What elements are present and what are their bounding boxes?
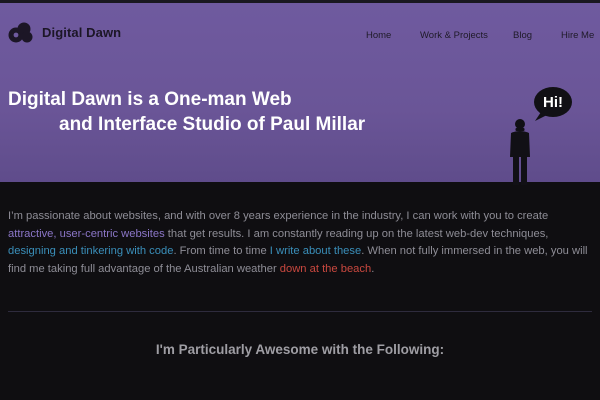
link-write-about-these[interactable]: I write about these	[270, 245, 361, 257]
intro-text: .	[371, 262, 375, 275]
main-nav: Home Work & Projects Blog Hire Me	[0, 30, 600, 44]
intro-text: I’m passionate about websites, and with …	[8, 210, 549, 222]
hero-headline: Digital Dawn is a One-man Web and Interf…	[8, 87, 365, 137]
skills-section-title: I'm Particularly Awesome with the Follow…	[155, 342, 445, 357]
nav-home[interactable]: Home	[366, 30, 391, 41]
section-divider	[8, 311, 592, 312]
headline-line-1: Digital Dawn is a One-man Web	[8, 89, 292, 110]
link-down-at-the-beach[interactable]: down at the beach	[280, 263, 371, 275]
intro-text: that get results. I am constantly readin…	[164, 227, 549, 240]
standing-man-icon: Hi!	[510, 87, 572, 185]
speech-bubble-text: Hi!	[543, 94, 563, 111]
nav-work-projects[interactable]: Work & Projects	[420, 30, 488, 41]
headline-line-2: and Interface Studio of Paul Millar	[59, 114, 366, 135]
nav-hire-me[interactable]: Hire Me	[561, 30, 594, 41]
man-silhouette	[510, 119, 530, 185]
link-user-centric-websites[interactable]: attractive, user-centric websites	[8, 228, 165, 240]
intro-paragraph: I’m passionate about websites, and with …	[8, 208, 594, 278]
nav-blog[interactable]: Blog	[513, 30, 532, 41]
speech-bubble: Hi!	[534, 87, 572, 121]
intro-text: . From time to time	[173, 245, 270, 257]
link-designing-tinkering[interactable]: designing and tinkering with code	[8, 245, 173, 257]
